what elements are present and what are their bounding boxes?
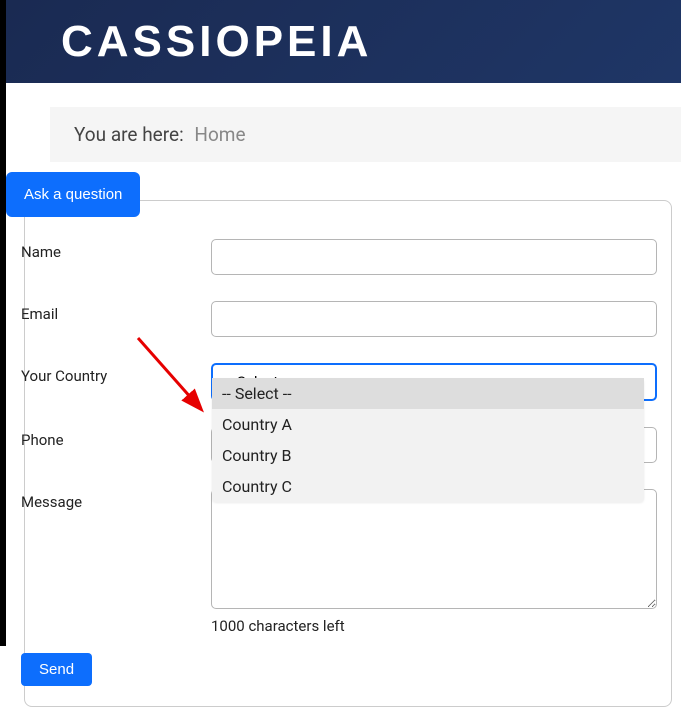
ask-question-button[interactable]: Ask a question	[6, 172, 140, 217]
breadcrumb: You are here: Home	[50, 107, 681, 162]
name-input[interactable]	[211, 239, 657, 275]
country-option[interactable]: Country B	[212, 440, 644, 471]
name-label: Name	[21, 239, 211, 261]
email-label: Email	[21, 301, 211, 323]
message-label: Message	[21, 489, 211, 511]
site-logo: CASSIOPEIA	[61, 17, 372, 67]
window-edge	[0, 0, 6, 646]
breadcrumb-home-link[interactable]: Home	[194, 123, 245, 146]
breadcrumb-label: You are here:	[74, 123, 184, 146]
country-option[interactable]: Country C	[212, 471, 644, 502]
message-textarea[interactable]	[211, 489, 657, 609]
characters-left: 1000 characters left	[211, 617, 657, 635]
phone-label: Phone	[21, 427, 211, 449]
country-label: Your Country	[21, 363, 211, 385]
email-input[interactable]	[211, 301, 657, 337]
country-dropdown-listbox[interactable]: -- Select -- Country A Country B Country…	[212, 378, 644, 502]
send-button[interactable]: Send	[21, 653, 92, 686]
site-header: CASSIOPEIA	[6, 0, 681, 83]
country-option[interactable]: -- Select --	[212, 378, 644, 409]
country-option[interactable]: Country A	[212, 409, 644, 440]
